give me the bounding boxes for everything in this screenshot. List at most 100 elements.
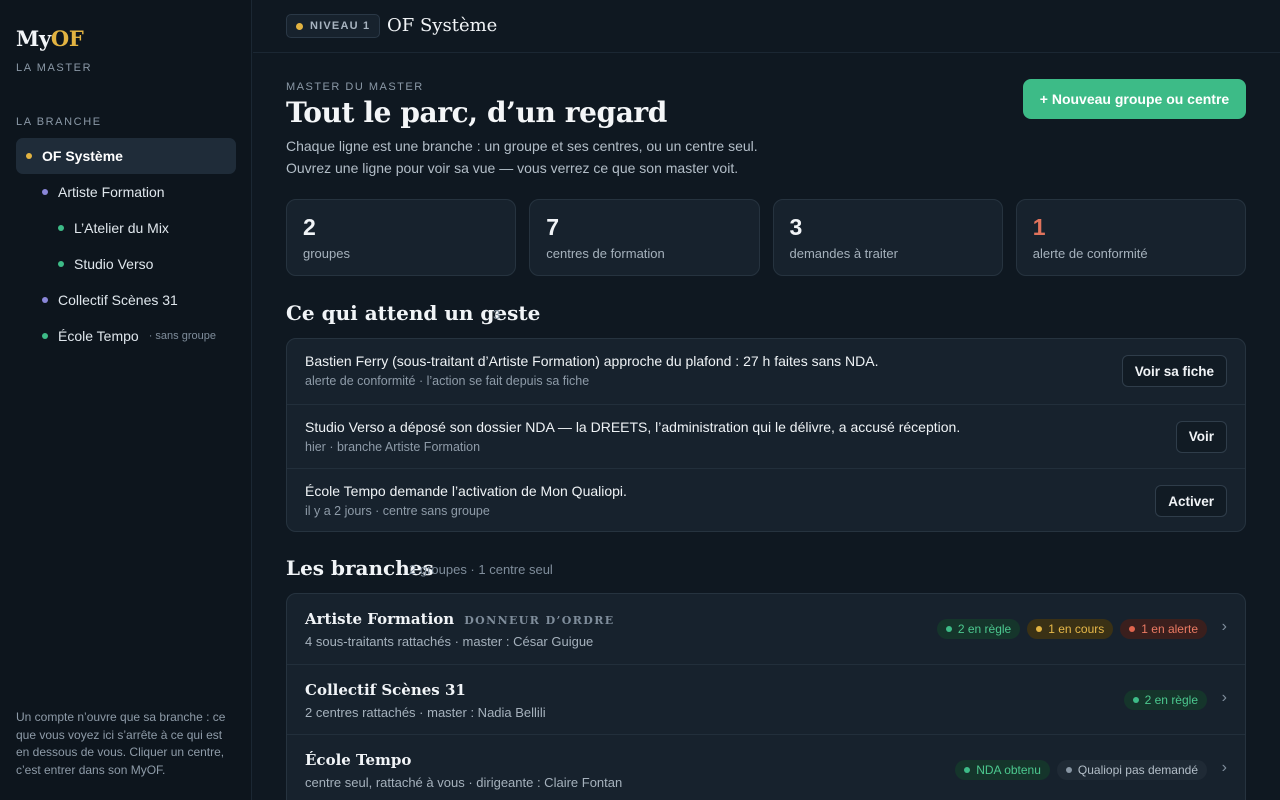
task-meta: il y a 2 jours · centre sans groupe [305,504,490,518]
sidebar-item-of-systeme[interactable]: OF Système [16,138,236,174]
status-dot-icon [1132,697,1139,703]
sidebar-item-artiste-formation[interactable]: Artiste Formation [16,174,236,210]
branch-meta: centre seul, rattaché à vous · dirigeant… [305,775,623,790]
status-dot-icon [1036,626,1043,632]
status-badge: NDA obtenu [955,760,1050,780]
tasks-panel: Bastien Ferry (sous-traitant d’Artiste F… [286,338,1246,532]
status-badge: 1 en cours [1027,619,1114,639]
stat-label: alerte de conformité [1032,246,1148,261]
sidebar-item-tag: · sans groupe [148,330,216,342]
page-intro-line: Chaque ligne est une branche : un groupe… [286,138,758,154]
page-intro-line: Ouvrez une ligne pour voir sa vue — vous… [286,160,739,176]
branch-meta: 4 sous-traitants rattachés · master : Cé… [305,634,594,649]
page-eyebrow: MASTER DU MASTER [286,81,424,93]
stat-label: demandes à traiter [789,246,898,261]
branch-status-pills: 2 en règle [1123,690,1207,710]
branch-meta: 2 centres rattachés · master : Nadia Bel… [305,705,546,720]
page-title: Tout le parc, d’un regard [286,96,667,129]
chevron-right-icon: › [1221,759,1227,776]
status-badge-label: 1 en alerte [1141,622,1198,636]
stat-card-requests: 3 demandes à traiter [772,199,1003,276]
view-button[interactable]: Voir [1175,420,1227,453]
branch-name: Artiste Formation DONNEUR D’ORDRE [305,610,615,628]
status-dot-icon [1129,626,1136,632]
sidebar-section-label: LA BRANCHE [16,116,102,128]
sidebar-item-ecole-tempo[interactable]: École Tempo · sans groupe [16,318,236,354]
stat-value: 1 [1032,214,1046,240]
branch-row-artiste-formation[interactable]: Artiste Formation DONNEUR D’ORDRE 4 sous-… [287,594,1245,664]
status-badge: 1 en alerte [1120,619,1207,639]
sidebar-item-label: OF Système [42,148,123,164]
stat-card-groups: 2 groupes [286,199,517,276]
status-badge-label: 2 en règle [957,622,1012,636]
status-dot-icon [42,297,48,303]
status-badge-label: 2 en règle [1144,693,1198,707]
status-badge-label: Qualiopi pas demandé [1077,763,1198,777]
stat-value: 3 [789,214,803,240]
task-row: Studio Verso a déposé son dossier NDA — … [287,403,1245,469]
sidebar-item-collectif-scenes-31[interactable]: Collectif Scènes 31 [16,282,236,318]
status-dot-icon [945,626,952,632]
top-bar: NIVEAU 1 OF Système [253,0,1280,53]
status-dot-icon [58,261,64,267]
top-bar-title: OF Système [387,15,498,36]
brand-subtitle: LA MASTER [16,62,93,74]
task-text: Bastien Ferry (sous-traitant d’Artiste F… [305,353,879,369]
branch-status-pills: NDA obtenu Qualiopi pas demandé [955,760,1207,780]
branch-name: École Tempo [305,751,411,769]
stat-value: 2 [303,214,316,240]
tasks-count: 3 [493,307,501,322]
branch-row-ecole-tempo[interactable]: École Tempo centre seul, rattaché à vous… [287,734,1245,800]
tasks-section-title: Ce qui attend un geste [286,301,541,325]
status-badge: 2 en règle [1123,690,1207,710]
status-badge-label: 1 en cours [1048,622,1105,636]
stat-card-alerts: 1 alerte de conformité [1015,199,1246,276]
branch-role: DONNEUR D’ORDRE [464,614,615,627]
stat-label: centres de formation [546,246,665,261]
sidebar: MyOF LA MASTER LA BRANCHE OF Système Art… [0,0,252,800]
status-dot-icon [42,333,48,339]
new-group-or-center-button[interactable]: + Nouveau groupe ou centre [1023,79,1246,119]
brand-name-accent: OF [50,26,84,51]
sidebar-item-label: École Tempo [58,328,139,344]
branch-tree: OF Système Artiste Formation L’Atelier d… [16,138,236,354]
stat-card-centers: 7 centres de formation [529,199,760,276]
task-text: Studio Verso a déposé son dossier NDA — … [305,418,961,435]
sidebar-item-atelier-du-mix[interactable]: L’Atelier du Mix [16,210,236,246]
stat-label: groupes [303,246,350,261]
status-badge-label: NDA obtenu [976,763,1041,777]
branch-status-pills: 2 en règle 1 en cours 1 en alerte [936,619,1207,639]
level-dot-icon [296,22,303,30]
status-badge: Qualiopi pas demandé [1056,760,1207,780]
sidebar-item-label: Studio Verso [74,256,154,272]
activate-button[interactable]: Activer [1155,485,1227,517]
status-dot-icon [58,225,64,231]
task-text: École Tempo demande l’activation de Mon … [305,483,627,499]
status-dot-icon [1065,767,1072,773]
chevron-right-icon: › [1221,618,1227,635]
status-dot-icon [42,189,48,195]
branch-row-collectif-scenes-31[interactable]: Collectif Scènes 31 2 centres rattachés … [287,664,1245,734]
branch-name: Collectif Scènes 31 [305,681,466,699]
branches-panel: Artiste Formation DONNEUR D’ORDRE 4 sous-… [286,593,1246,800]
task-meta: alerte de conformité · l’action se fait … [305,374,590,388]
level-badge: NIVEAU 1 [286,14,381,38]
sidebar-item-label: Collectif Scènes 31 [58,292,178,308]
chevron-right-icon: › [1221,689,1227,706]
branches-summary: 2 groupes · 1 centre seul [409,562,553,577]
page-intro: Chaque ligne est une branche : un groupe… [286,135,758,179]
branch-name-label: Collectif Scènes 31 [305,681,466,699]
brand-logo[interactable]: MyOF [16,26,84,51]
stats-row: 2 groupes 7 centres de formation 3 deman… [286,199,1246,276]
sidebar-item-studio-verso[interactable]: Studio Verso [16,246,236,282]
level-badge-label: NIVEAU 1 [310,20,371,32]
view-profile-button[interactable]: Voir sa fiche [1121,355,1227,387]
task-row: Bastien Ferry (sous-traitant d’Artiste F… [287,339,1245,404]
task-meta: hier · branche Artiste Formation [305,439,481,454]
sidebar-note: Un compte n’ouvre que sa branche : ce qu… [16,710,226,777]
task-row: École Tempo demande l’activation de Mon … [287,468,1245,531]
branch-name-label: École Tempo [305,751,412,769]
status-dot-icon [26,153,32,159]
status-badge: 2 en règle [936,619,1021,639]
sidebar-item-label: Artiste Formation [58,184,165,200]
